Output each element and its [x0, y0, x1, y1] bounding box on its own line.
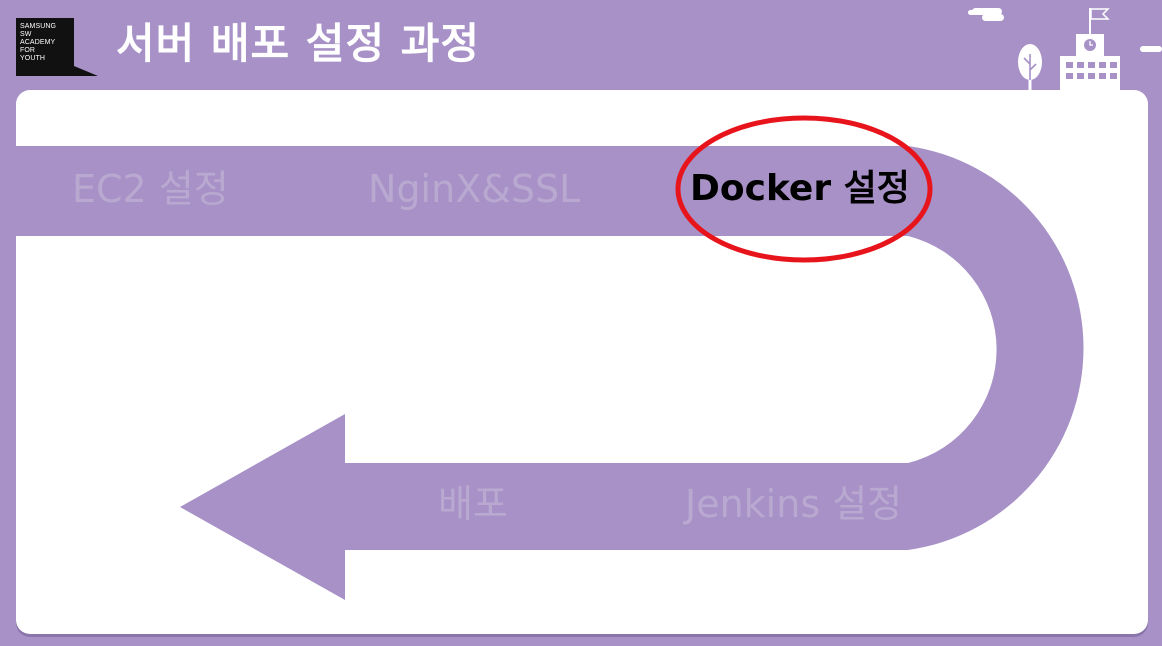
process-flow-diagram: [16, 115, 1084, 600]
step-nginx-ssl: NginX&SSL: [368, 167, 581, 211]
step-ec2: EC2 설정: [72, 167, 229, 211]
step-jenkins: Jenkins 설정: [685, 482, 903, 526]
step-docker: Docker 설정: [690, 168, 910, 209]
step-deploy: 배포: [438, 482, 508, 526]
